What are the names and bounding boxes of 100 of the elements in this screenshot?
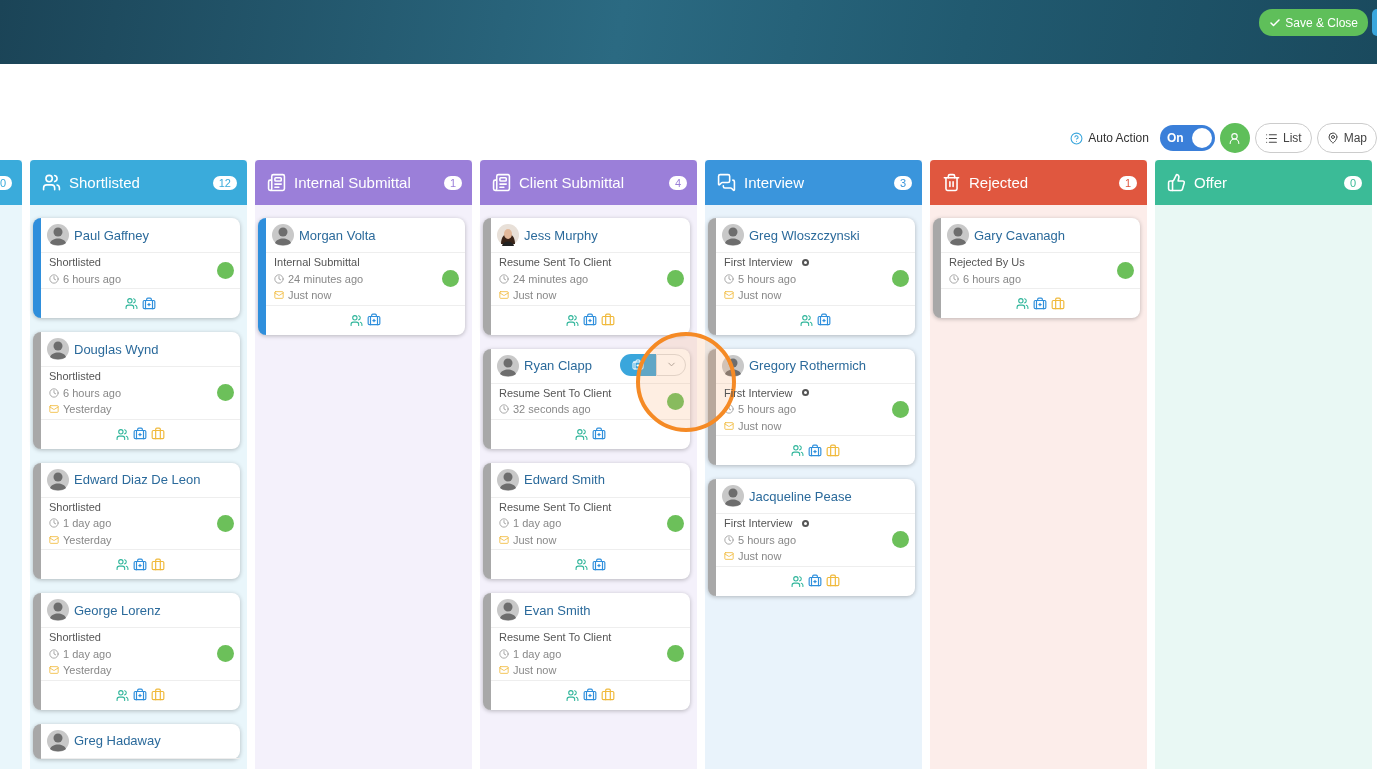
time-text: 24 minutes ago <box>513 272 589 285</box>
briefcase-icon[interactable] <box>1033 296 1047 311</box>
candidate-name[interactable]: Jess Murphy <box>524 227 598 243</box>
status-dot <box>892 531 909 549</box>
suitcase-icon[interactable] <box>151 688 165 702</box>
auto-action-toggle[interactable]: On <box>1159 125 1215 151</box>
map-button[interactable]: Map <box>1316 123 1377 153</box>
people-icon[interactable] <box>791 574 804 588</box>
candidate-name[interactable]: Edward Smith <box>524 472 605 487</box>
mail-icon <box>274 290 284 301</box>
candidate-name[interactable]: Jacqueline Pease <box>749 488 852 504</box>
mail-icon <box>724 420 734 431</box>
candidate-card[interactable]: Greg Wloszczynski First Interview 5 hours ago Just now <box>708 218 915 335</box>
time-text: 5 hours ago <box>738 272 797 285</box>
column-title: Rejected <box>969 174 1030 191</box>
briefcase-icon[interactable] <box>133 427 147 441</box>
time-text: 5 hours ago <box>738 533 797 546</box>
briefcase-icon[interactable] <box>808 574 822 588</box>
people-icon[interactable] <box>1016 297 1029 310</box>
candidate-card[interactable]: George Lorenz Shortlisted 1 day ago Yesterday <box>33 593 240 710</box>
people-icon[interactable] <box>800 313 813 327</box>
email-time-text: Just now <box>513 664 557 677</box>
list-button[interactable]: List <box>1254 123 1312 153</box>
column-title: Client Submittal <box>519 174 626 191</box>
candidate-card[interactable]: Gary Cavanagh Rejected By Us 6 hours ago <box>933 218 1140 318</box>
candidate-card[interactable]: Evan Smith Resume Sent To Client 1 day ago Just now <box>483 593 690 710</box>
candidate-card[interactable]: Edward Smith Resume Sent To Client 1 day ago Just now <box>483 462 690 579</box>
briefcase-icon[interactable] <box>592 427 606 441</box>
column-title: Offer <box>1194 174 1229 191</box>
candidate-card[interactable]: Jacqueline Pease First Interview 5 hours ago Just now <box>708 479 915 596</box>
suitcase-icon[interactable] <box>601 688 615 702</box>
email-time-text: Just now <box>513 533 557 546</box>
people-icon[interactable] <box>116 427 129 441</box>
time-text: 24 minutes ago <box>288 272 364 285</box>
suitcase-icon[interactable] <box>826 443 840 458</box>
people-icon[interactable] <box>116 558 129 571</box>
candidate-card[interactable]: Edward Diaz De Leon Shortlisted 1 day ago Yesterday <box>33 462 240 579</box>
status-dot <box>1117 262 1134 279</box>
time-text: 1 day ago <box>513 647 562 660</box>
people-icon[interactable] <box>125 297 138 310</box>
briefcase-icon[interactable] <box>133 688 147 702</box>
status-text: Internal Submittal <box>274 256 360 269</box>
candidate-name[interactable]: Morgan Volta <box>299 227 376 243</box>
candidate-name[interactable]: George Lorenz <box>74 602 161 618</box>
suitcase-icon[interactable] <box>151 427 165 441</box>
column-icon <box>267 173 286 192</box>
candidate-card[interactable]: Morgan Volta Internal Submittal 24 minutes ago Just now <box>258 218 465 335</box>
count-badge: 3 <box>893 175 912 190</box>
candidate-name[interactable]: Greg Hadaway <box>74 733 161 748</box>
people-button[interactable] <box>1219 123 1250 153</box>
round-button[interactable] <box>1372 9 1377 36</box>
people-icon[interactable] <box>791 444 804 457</box>
candidate-name[interactable]: Greg Wloszczynski <box>749 227 860 243</box>
help-icon[interactable] <box>1070 131 1084 145</box>
status-dot <box>217 645 234 663</box>
mail-icon <box>49 665 59 676</box>
briefcase-icon[interactable] <box>583 313 597 327</box>
submit-button[interactable] <box>620 353 656 376</box>
mail-icon <box>724 551 734 562</box>
candidate-card[interactable]: Ryan Clapp Resume Sent To Client 32 seconds ago <box>483 348 690 449</box>
suitcase-icon[interactable] <box>826 574 840 588</box>
candidate-card[interactable]: Paul Gaffney Shortlisted 6 hours ago <box>33 218 240 318</box>
candidate-name[interactable]: Ryan Clapp <box>524 358 592 373</box>
candidate-name[interactable]: Gregory Rothermich <box>749 358 867 373</box>
briefcase-icon[interactable] <box>592 557 606 572</box>
people-icon[interactable] <box>575 558 588 571</box>
briefcase-icon[interactable] <box>133 557 147 572</box>
briefcase-icon[interactable] <box>142 296 156 311</box>
candidate-card[interactable]: Greg Hadaway <box>33 723 240 759</box>
column-title: Interview <box>744 174 806 191</box>
count-badge: 1 <box>443 175 462 190</box>
status-dot <box>892 270 909 288</box>
people-icon[interactable] <box>116 688 129 702</box>
candidate-name[interactable]: Edward Diaz De Leon <box>74 472 201 487</box>
people-icon[interactable] <box>566 688 579 702</box>
briefcase-icon[interactable] <box>808 443 822 458</box>
suitcase-icon[interactable] <box>151 557 165 572</box>
clock-icon <box>49 518 59 529</box>
people-icon[interactable] <box>566 313 579 327</box>
suitcase-icon[interactable] <box>601 313 615 327</box>
people-icon[interactable] <box>350 313 363 327</box>
candidate-card[interactable]: Douglas Wynd Shortlisted 6 hours ago Yesterday <box>33 332 240 449</box>
candidate-name[interactable]: Evan Smith <box>524 602 591 618</box>
candidate-name[interactable]: Gary Cavanagh <box>974 227 1066 243</box>
email-time-text: Just now <box>738 419 782 432</box>
count-badge: 0 <box>1343 175 1362 190</box>
briefcase-icon[interactable] <box>367 313 381 327</box>
candidate-name[interactable]: Paul Gaffney <box>74 227 149 243</box>
dropdown-button[interactable] <box>656 353 686 376</box>
status-text: Resume Sent To Client <box>499 386 612 399</box>
briefcase-icon[interactable] <box>583 688 597 702</box>
people-icon[interactable] <box>575 427 588 441</box>
candidate-card[interactable]: Jess Murphy Resume Sent To Client 24 minutes ago Just now <box>483 218 690 335</box>
mail-icon <box>499 290 509 301</box>
time-text: 6 hours ago <box>963 272 1022 285</box>
suitcase-icon[interactable] <box>1051 296 1065 311</box>
clock-icon <box>949 273 959 284</box>
candidate-name[interactable]: Douglas Wynd <box>74 341 159 357</box>
count-badge: 4 <box>668 175 687 190</box>
briefcase-icon[interactable] <box>817 313 831 327</box>
